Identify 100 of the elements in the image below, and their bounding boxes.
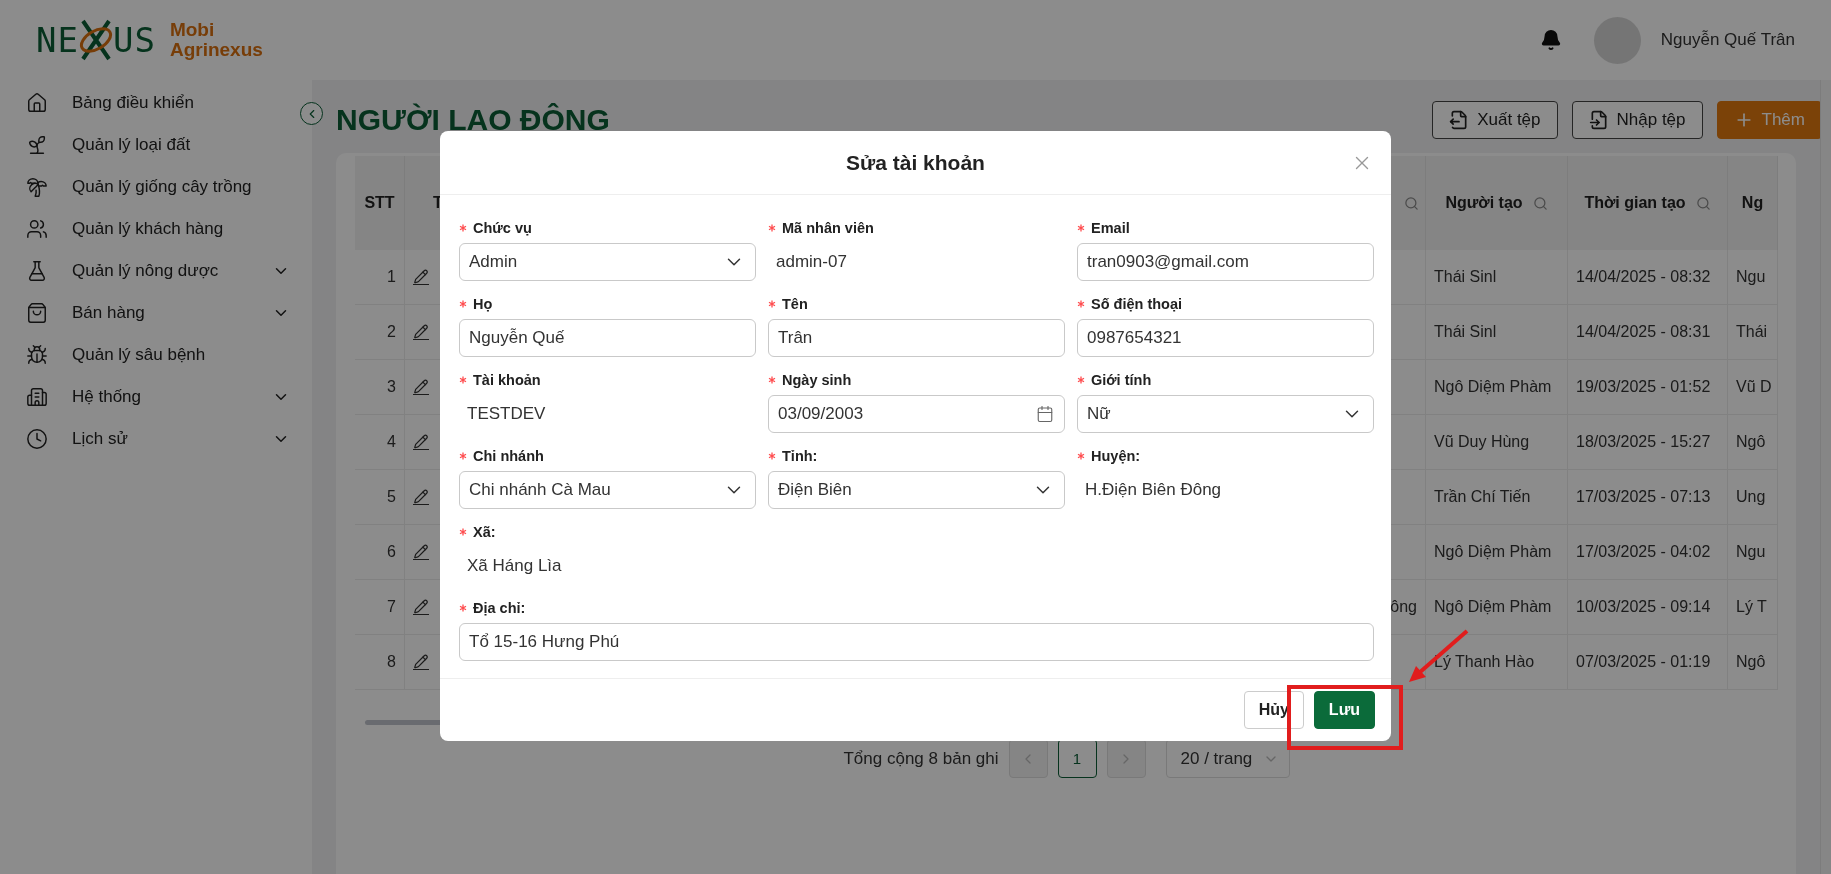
table-cell: 8	[355, 635, 405, 690]
file-arrow-icon	[1588, 110, 1609, 130]
table-cell: Trần Chí Tiến	[1426, 470, 1568, 525]
total-count: Tổng cộng 8 bản ghi	[843, 748, 999, 769]
prev-page-button[interactable]	[1008, 739, 1048, 778]
table-cell: Thái Sinl	[1426, 250, 1568, 305]
input-field[interactable]: Nguyễn Quế	[459, 319, 756, 357]
table-cell: Thái	[1728, 305, 1778, 360]
required-mark-icon	[459, 604, 467, 612]
menu-icon	[26, 92, 48, 114]
brand-name: Agrinexus	[169, 40, 263, 60]
collapse-button[interactable]	[300, 102, 323, 125]
select-field[interactable]: Chi nhánh Cà Mau	[459, 471, 756, 509]
edit-icon[interactable]	[413, 489, 429, 505]
next-page-button[interactable]	[1106, 739, 1146, 778]
table-cell: Ngu	[1728, 525, 1778, 580]
menu-icon	[26, 386, 48, 408]
required-mark-icon	[1077, 376, 1085, 384]
menu-icon	[26, 302, 48, 324]
brand-name: Mobi	[169, 20, 216, 40]
required-mark-icon	[768, 224, 776, 232]
action-button[interactable]: Xuất tệp	[1432, 101, 1558, 139]
table-cell: Vũ D	[1728, 360, 1778, 415]
table-cell: 6	[355, 525, 405, 580]
required-mark-icon	[459, 528, 467, 536]
menu-icon	[26, 176, 48, 198]
page-button[interactable]: 1	[1057, 739, 1097, 778]
table-cell: Ngu	[1728, 250, 1778, 305]
sidebar-item[interactable]: Bán hàng	[26, 292, 290, 334]
menu-icon	[26, 218, 48, 240]
required-mark-icon	[1077, 452, 1085, 460]
field-value: Xã Háng Lìa	[466, 555, 562, 577]
input-field[interactable]: tran0903@gmail.com	[1077, 243, 1374, 281]
table-cell: 17/03/2025 - 07:13	[1568, 470, 1728, 525]
input-field[interactable]: Trân	[768, 319, 1065, 357]
field-label: Họ	[459, 293, 756, 315]
field-label: Tên	[768, 293, 1065, 315]
sidebar-item[interactable]: Lịch sử	[26, 418, 290, 460]
edit-icon[interactable]	[413, 654, 429, 670]
table-cell: 18/03/2025 - 15:27	[1568, 415, 1728, 470]
select-field[interactable]: Admin	[459, 243, 756, 281]
select-field[interactable]: Điện Biên	[768, 471, 1065, 509]
field-label: Tài khoản	[459, 369, 756, 391]
table-cell: Lý T	[1728, 580, 1778, 635]
save-button[interactable]: Lưu	[1313, 691, 1375, 729]
input-field[interactable]: 0987654321	[1077, 319, 1374, 357]
sidebar-item[interactable]: Bảng điều khiển	[26, 82, 290, 124]
table-cell: 1	[355, 250, 405, 305]
field-label: Email	[1077, 217, 1374, 239]
action-button[interactable]: Nhập tệp	[1571, 101, 1703, 139]
required-mark-icon	[768, 376, 776, 384]
field-value: H.Điện Biên Đông	[1084, 479, 1222, 501]
table-cell: Ngô Diệm Phàm	[1426, 580, 1568, 635]
dialog-title: Sửa tài khoản	[846, 150, 985, 175]
edit-icon[interactable]	[413, 599, 429, 615]
file-arrow-icon	[1449, 110, 1470, 130]
sidebar-item[interactable]: Quản lý sâu bệnh	[26, 334, 290, 376]
field-label: Chi nhánh	[459, 445, 756, 467]
table-cell: 5	[355, 470, 405, 525]
sidebar-item[interactable]: Quản lý nông dược	[26, 250, 290, 292]
bell-icon[interactable]	[1539, 29, 1562, 51]
column-header: Ng	[1728, 156, 1778, 250]
field-value: admin-07	[775, 251, 847, 273]
select-field[interactable]: Nữ	[1077, 395, 1374, 433]
edit-icon[interactable]	[413, 544, 429, 560]
required-mark-icon	[768, 300, 776, 308]
table-cell: 10/03/2025 - 09:14	[1568, 580, 1728, 635]
menu-icon	[26, 428, 48, 450]
required-mark-icon	[459, 300, 467, 308]
field-value: TESTDEV	[466, 403, 546, 425]
edit-icon[interactable]	[413, 269, 429, 285]
required-mark-icon	[768, 452, 776, 460]
required-mark-icon	[1077, 300, 1085, 308]
date-field[interactable]: 03/09/2003	[768, 395, 1065, 433]
page-title: NGƯỜI LAO ĐỘNG	[336, 103, 610, 137]
column-header: Thời gian tạo	[1568, 156, 1728, 250]
table-cell: 17/03/2025 - 04:02	[1568, 525, 1728, 580]
required-mark-icon	[459, 224, 467, 232]
cancel-button[interactable]: Hủy	[1243, 691, 1304, 729]
required-mark-icon	[1077, 224, 1085, 232]
required-mark-icon	[459, 452, 467, 460]
table-cell: 7	[355, 580, 405, 635]
field-label: Huyện:	[1077, 445, 1374, 467]
menu-icon	[26, 260, 48, 282]
sidebar-item[interactable]: Hệ thống	[26, 376, 290, 418]
sidebar-item[interactable]: Quản lý loại đất	[26, 124, 290, 166]
edit-icon[interactable]	[413, 379, 429, 395]
table-cell: Ung	[1728, 470, 1778, 525]
field-label: Mã nhân viên	[768, 217, 1065, 239]
table-cell: Thái Sinl	[1426, 305, 1568, 360]
required-mark-icon	[459, 376, 467, 384]
table-cell: Ngô	[1728, 635, 1778, 690]
edit-icon[interactable]	[413, 324, 429, 340]
edit-icon[interactable]	[413, 434, 429, 450]
table-cell: 3	[355, 360, 405, 415]
input-field[interactable]: Tổ 15-16 Hưng Phú	[459, 623, 1374, 661]
sidebar-item[interactable]: Quản lý giống cây trồng	[26, 166, 290, 208]
table-cell: 07/03/2025 - 01:19	[1568, 635, 1728, 690]
table-cell: 2	[355, 305, 405, 360]
sidebar-item[interactable]: Quản lý khách hàng	[26, 208, 290, 250]
